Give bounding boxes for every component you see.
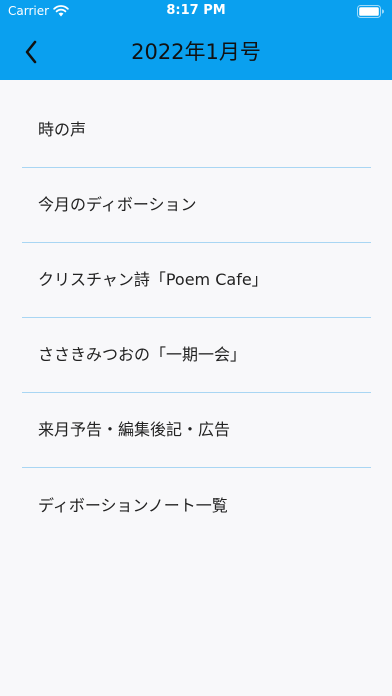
menu-item-label: ささきみつおの「一期一会」 xyxy=(38,345,247,364)
menu-item-next-month-preview[interactable]: 来月予告・編集後記・広告 xyxy=(22,393,371,468)
chevron-left-icon xyxy=(25,40,37,64)
menu-item-toki-no-koe[interactable]: 時の声 xyxy=(22,93,371,168)
clock: 8:17 PM xyxy=(166,3,226,18)
menu-item-poem-cafe[interactable]: クリスチャン詩「Poem Cafe」 xyxy=(22,243,371,318)
menu-item-devotion-notes[interactable]: ディボーションノート一覧 xyxy=(22,468,371,543)
menu-list: 時の声 今月のディボーション クリスチャン詩「Poem Cafe」 ささきみつお… xyxy=(22,93,371,543)
menu-item-ichigo-ichie[interactable]: ささきみつおの「一期一会」 xyxy=(22,318,371,393)
menu-item-label: 時の声 xyxy=(38,120,87,139)
back-button[interactable] xyxy=(14,36,48,68)
page-title: 2022年1月号 xyxy=(131,40,261,64)
menu-item-label: ディボーションノート一覧 xyxy=(38,495,228,515)
navigation-bar: 2022年1月号 xyxy=(0,24,392,80)
menu-item-label: 来月予告・編集後記・広告 xyxy=(38,420,231,439)
screen: Carrier 8:17 PM 2022年1月号 時の声 今月のディボーション … xyxy=(0,0,392,696)
battery-icon xyxy=(357,5,384,18)
menu-item-label: 今月のディボーション xyxy=(38,195,197,214)
menu-item-devotion[interactable]: 今月のディボーション xyxy=(22,168,371,243)
status-bar: Carrier 8:17 PM xyxy=(0,0,392,24)
header: Carrier 8:17 PM 2022年1月号 xyxy=(0,0,392,80)
menu-item-label: クリスチャン詩「Poem Cafe」 xyxy=(38,270,268,289)
